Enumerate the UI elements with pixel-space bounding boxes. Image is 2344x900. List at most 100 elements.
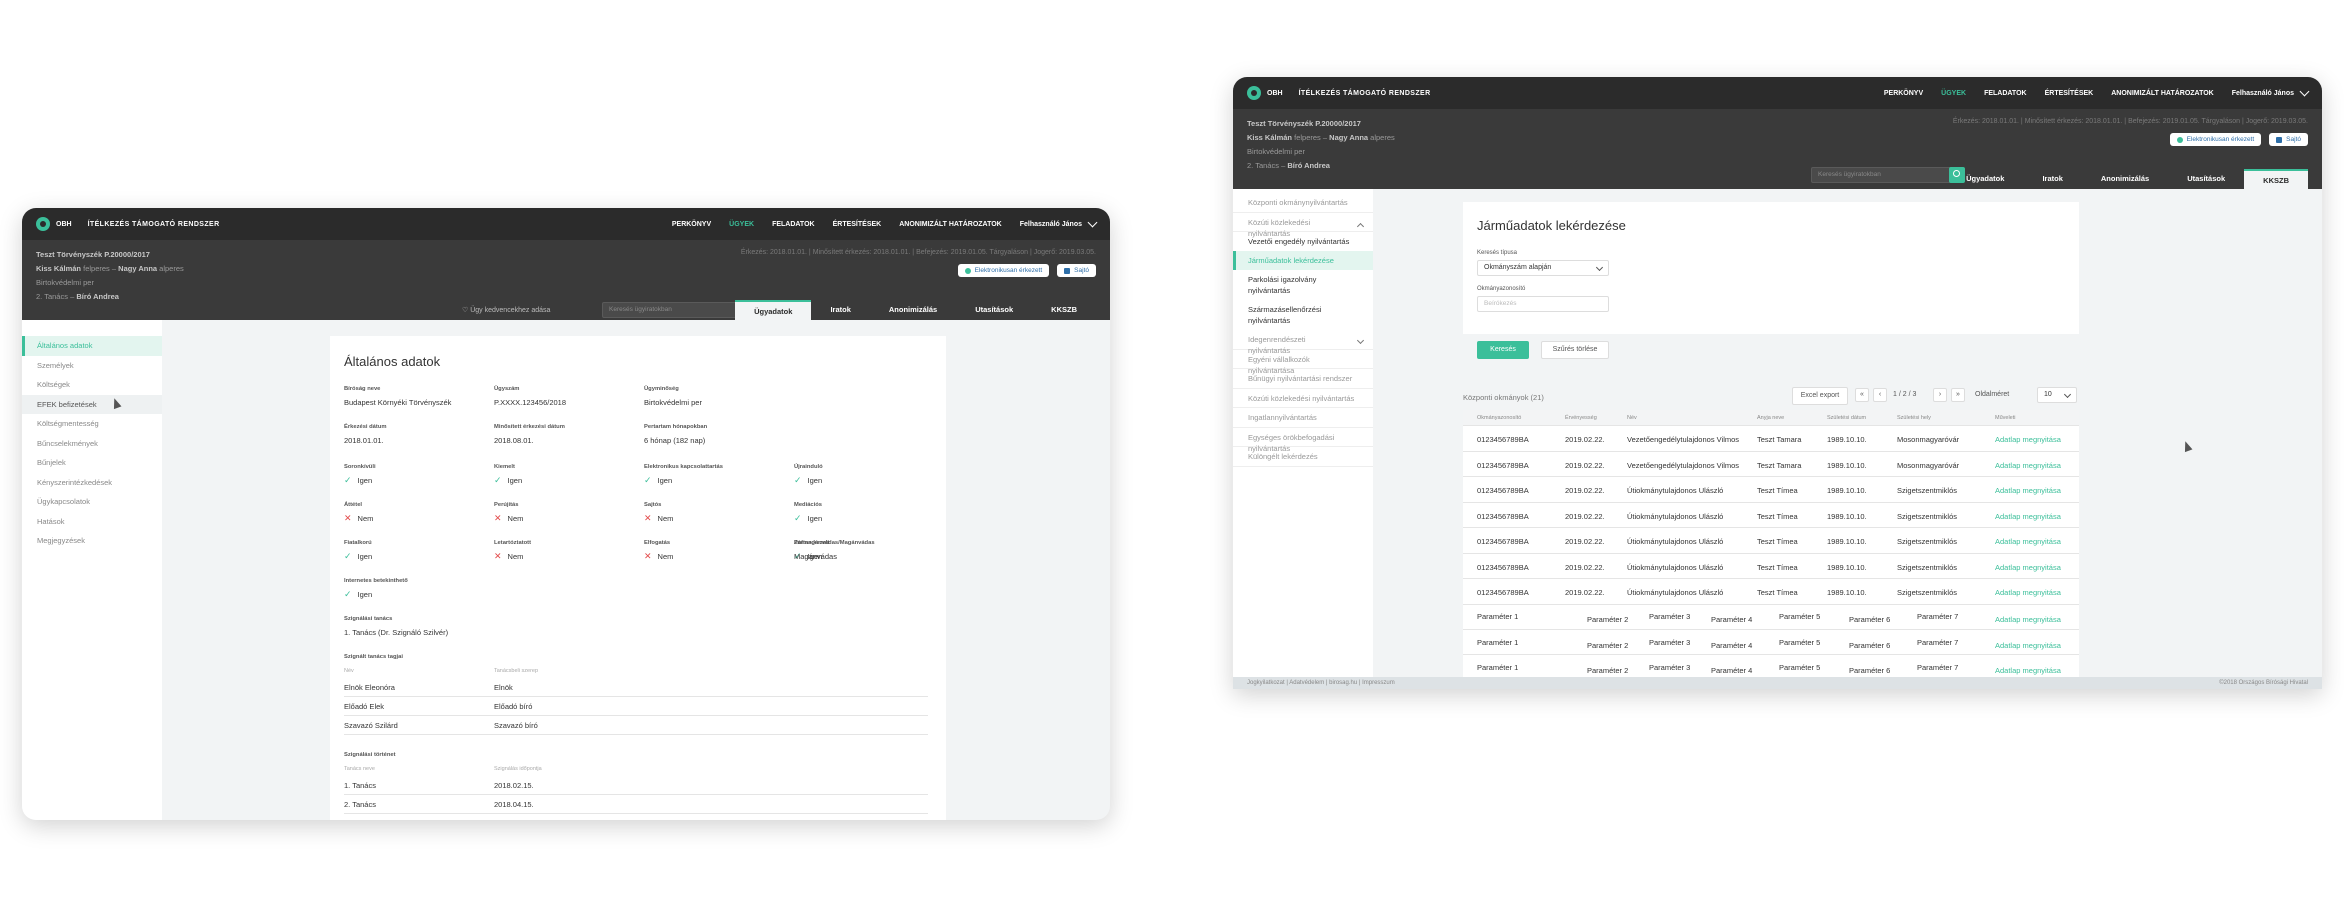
search-type-select[interactable]: Okmányszám alapján (1477, 260, 1609, 276)
nav-ertesitesek[interactable]: ÉRTESÍTÉSEK (2045, 90, 2094, 97)
table-cell: 1989.10.10. (1827, 537, 1867, 546)
tab-iratok[interactable]: Iratok (2023, 169, 2081, 189)
plaintiff: Kiss Kálmán (1247, 133, 1293, 142)
page-size-label: Oldalméret (1975, 391, 2010, 398)
case-header: Teszt Törvényszék P.20000/2017 Kiss Kálm… (22, 240, 1110, 320)
table-cell: Paraméter 6 (1849, 666, 1891, 675)
user-menu[interactable]: Felhasználó János (2232, 90, 2294, 97)
case-search-input[interactable]: Keresés ügyiratokban (602, 302, 752, 318)
chevron-down-icon[interactable] (1356, 336, 1365, 345)
sidebar-item-koltsegek[interactable]: Költségek (22, 375, 162, 395)
footer-links[interactable]: Jogkyilatkozat | Adatvédelem | birosag.h… (1247, 680, 1395, 686)
nav-feladatok[interactable]: FELADATOK (1984, 90, 2027, 97)
sidebar-item-buncselekmenyek[interactable]: Bűncselekmények (22, 434, 162, 454)
nav-ugyek[interactable]: ÜGYEK (729, 221, 754, 228)
book-icon (2276, 136, 2283, 143)
sidebar-item-altalanos[interactable]: Általános adatok (22, 336, 162, 356)
open-datasheet-link[interactable]: Adatlap megnyitása (1995, 461, 2061, 470)
open-datasheet-link[interactable]: Adatlap megnyitása (1995, 641, 2061, 650)
chevron-down-icon[interactable] (2299, 86, 2310, 96)
user-menu[interactable]: Felhasználó János (1020, 221, 1082, 228)
sidebar-item-10[interactable]: Ingatlannyilvántartás (1233, 408, 1373, 428)
open-datasheet-link[interactable]: Adatlap megnyitása (1995, 435, 2061, 444)
nav-ugyek[interactable]: ÜGYEK (1941, 90, 1966, 97)
sidebar-item-6[interactable]: Idegenrendészeti nyilvántartás (1233, 330, 1373, 355)
chevron-down-icon[interactable] (1087, 217, 1098, 227)
doc-number-input[interactable]: Beírókezés (1477, 296, 1609, 312)
sidebar-item-0[interactable]: Központi okmánynyilvántartás (1233, 193, 1373, 213)
table-row: 0123456789BA 2019.02.22. Útiokmánytulajdon… (1463, 503, 2079, 528)
open-datasheet-link[interactable]: Adatlap megnyitása (1995, 537, 2061, 546)
tab-anonimizalas[interactable]: Anonimizálás (870, 300, 956, 320)
separator: – (111, 264, 117, 273)
duration-value: 6 hónap (182 nap) (644, 436, 706, 445)
nav-anonimizalt[interactable]: ANONIMIZÁLT HATÁROZATOK (2111, 90, 2214, 97)
tab-anonimizalas[interactable]: Anonimizálás (2082, 169, 2168, 189)
sidebar-item-bunjelek[interactable]: Bűnjelek (22, 453, 162, 473)
private-prosecution-value: Magánvádas (794, 552, 837, 561)
sidebar-item-efek[interactable]: EFEK befizetések (22, 394, 162, 414)
sidebar-item-12[interactable]: Különgélt lekérdezés (1233, 447, 1373, 467)
tab-kkszb[interactable]: KKSZB (1032, 300, 1096, 320)
table-cell: 2019.02.22. (1565, 486, 1605, 495)
sidebar-item-8[interactable]: Bűnügyi nyilvántartási rendszer (1233, 369, 1373, 389)
tab-kkszb[interactable]: KKSZB (2244, 169, 2308, 189)
open-datasheet-link[interactable]: Adatlap megnyitása (1995, 666, 2061, 675)
sidebar-item-3[interactable]: Járműadatok lekérdezése (1233, 251, 1373, 270)
open-datasheet-link[interactable]: Adatlap megnyitása (1995, 588, 2061, 597)
chevron-up-icon[interactable] (1356, 222, 1365, 230)
table-cell: Paraméter 1 (1477, 637, 1519, 647)
tab-ugyadatok[interactable]: Ügyadatok (1947, 169, 2023, 189)
tab-utasitasok[interactable]: Utasítások (2168, 169, 2244, 189)
registry-sidebar: Központi okmánynyilvántartás Közúti közle… (1233, 189, 1373, 689)
electronic-button[interactable]: Elektronikusan érkezett (2169, 133, 2262, 146)
history-date: 2018.04.15. (494, 800, 534, 809)
sidebar-item-koltsegmentesseg[interactable]: Költségmentesség (22, 414, 162, 434)
case-type: Birtokvédelmi per (1247, 147, 1305, 156)
last-page-button[interactable]: » (1951, 388, 1965, 402)
tab-utasitasok[interactable]: Utasítások (956, 300, 1032, 320)
sidebar-item-7[interactable]: Egyéni vállalkozók nyilvántartása (1233, 350, 1373, 375)
clear-filter-button[interactable]: Szűrés törlése (1541, 341, 1609, 359)
favorite-button[interactable]: ♡ Ügy kedvencekhez adása (462, 306, 550, 314)
page-size-select[interactable]: 10 (2037, 387, 2077, 403)
next-page-button[interactable]: › (1933, 388, 1947, 402)
nav-feladatok[interactable]: FELADATOK (772, 221, 815, 228)
table-cell: Paraméter 2 (1587, 640, 1629, 650)
first-page-button[interactable]: « (1855, 388, 1869, 402)
nav-ertesitesek[interactable]: ÉRTESÍTÉSEK (833, 221, 882, 228)
open-datasheet-link[interactable]: Adatlap megnyitása (1995, 615, 2061, 624)
table-cell: Paraméter 7 (1917, 612, 1959, 621)
nav-perkonyv[interactable]: PERKÖNYV (1884, 90, 1923, 97)
press-button[interactable]: Sajtó (2269, 133, 2308, 146)
open-datasheet-link[interactable]: Adatlap megnyitása (1995, 512, 2061, 521)
sidebar-item-5[interactable]: Származásellenőrzési nyilvántartás (1233, 300, 1373, 330)
sidebar-item-4[interactable]: Parkolási igazolvány nyilvántartás (1233, 270, 1373, 300)
sidebar-item-megjegyzesek[interactable]: Megjegyzések (22, 531, 162, 551)
council: 2. Tanács (1247, 161, 1279, 170)
sidebar-item-1[interactable]: Közúti közlekedési nyilvántartás (1233, 213, 1373, 238)
table-cell: Teszt Tamara (1757, 435, 1802, 444)
sidebar-item-hatasok[interactable]: Hatások (22, 512, 162, 532)
sidebar-item-kenyszer[interactable]: Kényszerintézkedések (22, 473, 162, 493)
electronic-button[interactable]: Elektronikusan érkezett (957, 264, 1050, 277)
page-indicator[interactable]: 1 / 2 / 3 (1893, 391, 1916, 398)
table-cell: Útiokmánytulajdonos Ulászló (1627, 588, 1724, 597)
case-search-input[interactable]: Keresés ügyiratokban (1811, 167, 1961, 183)
sidebar: Általános adatok Személyek Költségek EFE… (22, 320, 162, 820)
sidebar-item-11[interactable]: Egységes örökbefogadási nyilvántartás (1233, 428, 1373, 453)
flag-label: Kiemelt (494, 464, 515, 470)
tab-iratok[interactable]: Iratok (811, 300, 869, 320)
sidebar-item-szemelyek[interactable]: Személyek (22, 356, 162, 376)
nav-perkonyv[interactable]: PERKÖNYV (672, 221, 711, 228)
open-datasheet-link[interactable]: Adatlap megnyitása (1995, 486, 2061, 495)
prev-page-button[interactable]: ‹ (1873, 388, 1887, 402)
search-button[interactable]: Keresés (1477, 341, 1529, 359)
open-datasheet-link[interactable]: Adatlap megnyitása (1995, 563, 2061, 572)
press-button[interactable]: Sajtó (1057, 264, 1096, 277)
sidebar-item-ugykapcsolatok[interactable]: Ügykapcsolatok (22, 492, 162, 512)
nav-anonimizalt[interactable]: ANONIMIZÁLT HATÁROZATOK (899, 221, 1002, 228)
excel-export-button[interactable]: Excel export (1792, 387, 1848, 405)
tab-ugyadatok[interactable]: Ügyadatok (735, 300, 812, 320)
sidebar-item-9[interactable]: Közúti közlekedési nyilvántartás (1233, 389, 1373, 408)
